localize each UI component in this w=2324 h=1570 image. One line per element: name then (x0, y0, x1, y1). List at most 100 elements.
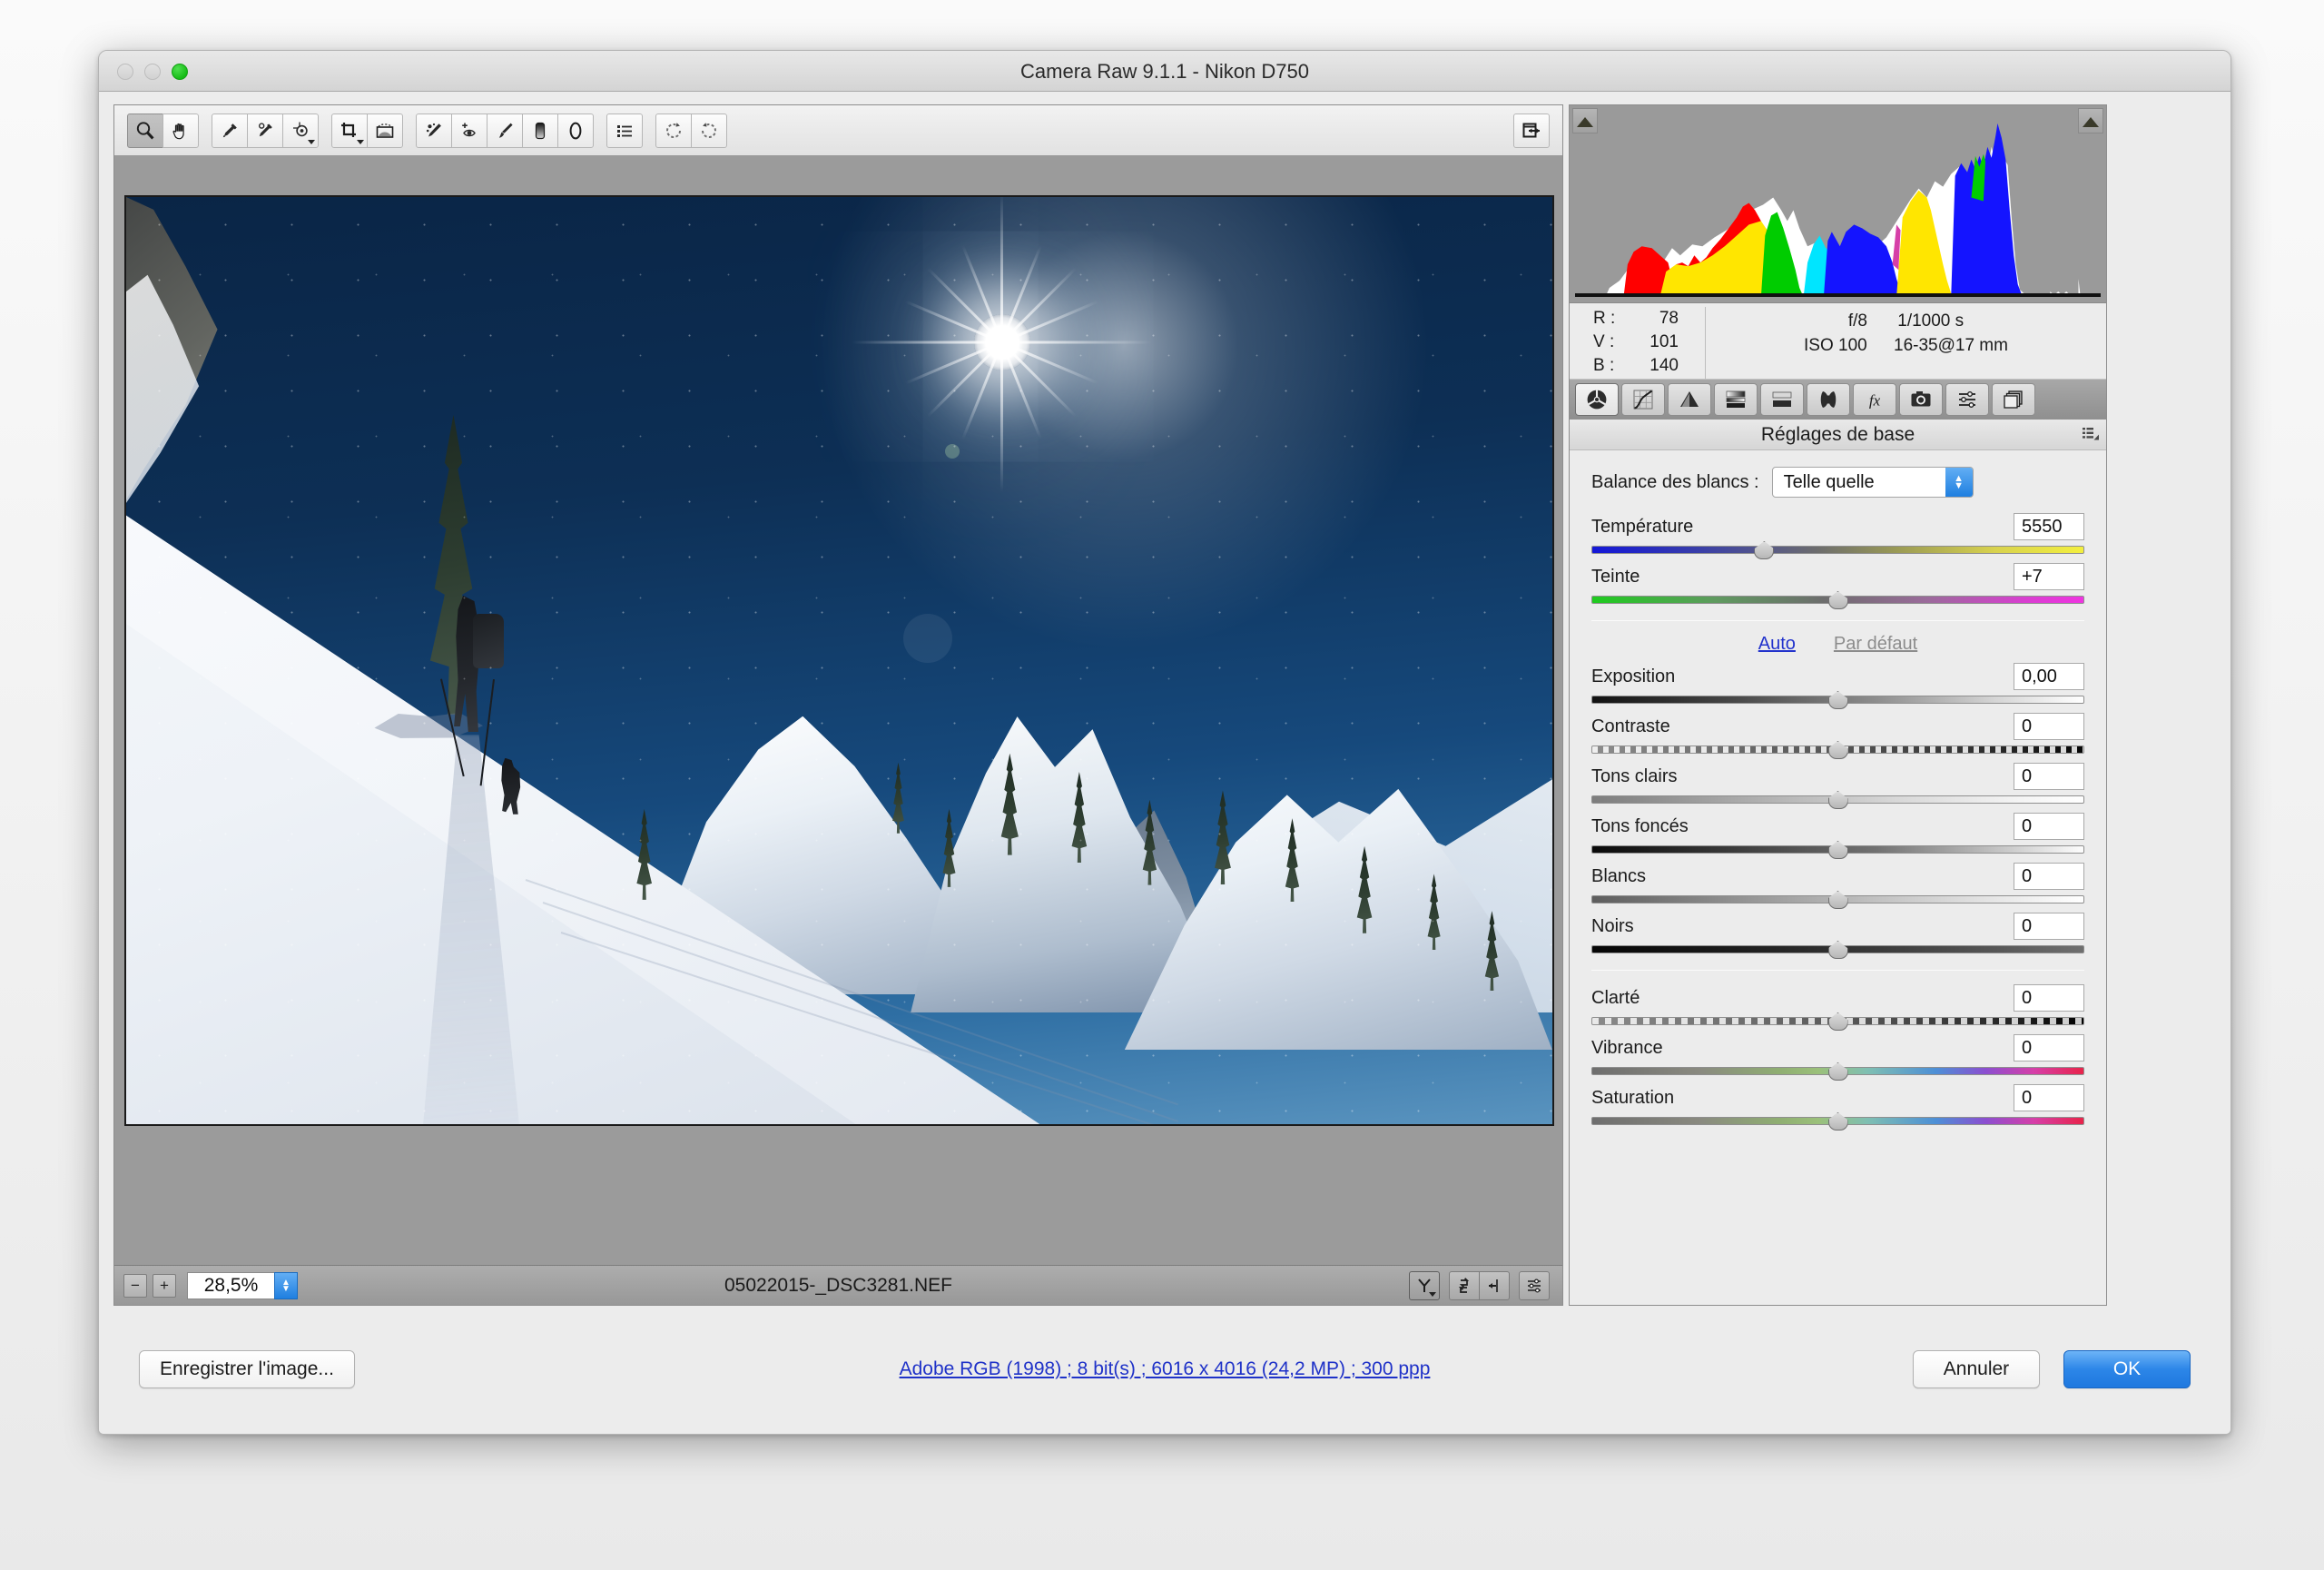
zoom-tool[interactable] (127, 114, 163, 148)
slider-label: Vibrance (1591, 1038, 1663, 1059)
panel-title: Réglages de base (1761, 424, 1915, 446)
slider-track[interactable] (1591, 795, 2084, 804)
image-canvas[interactable] (114, 156, 1562, 1265)
slider-thumb[interactable] (1828, 841, 1848, 859)
preview-mode-button[interactable] (1409, 1271, 1440, 1300)
slider-thumb[interactable] (1828, 891, 1848, 909)
slider-value[interactable]: 0,00 (2014, 663, 2084, 690)
slider-thumb[interactable] (1828, 791, 1848, 809)
slider-label: Exposition (1591, 667, 1675, 687)
ok-button[interactable]: OK (2063, 1350, 2191, 1388)
slider-value[interactable]: +7 (2014, 563, 2084, 590)
hand-tool[interactable] (162, 114, 199, 148)
slider-shadows: Tons foncés 0 (1591, 812, 2084, 854)
slider-thumb[interactable] (1828, 591, 1848, 609)
tab-hsl-grayscale[interactable] (1714, 383, 1758, 416)
slider-value[interactable]: 0 (2014, 984, 2084, 1012)
slider-thumb[interactable] (1754, 541, 1774, 559)
slider-track[interactable] (1591, 746, 2084, 754)
window-titlebar: Camera Raw 9.1.1 - Nikon D750 (99, 51, 2230, 92)
slider-thumb[interactable] (1828, 941, 1848, 959)
white-balance-select[interactable]: Telle quelle ▲ ▼ (1772, 467, 1974, 498)
slider-track[interactable] (1591, 1117, 2084, 1125)
histogram-panel (1570, 105, 2106, 303)
basic-panel-body: Balance des blancs : Telle quelle ▲ ▼ (1570, 450, 2106, 1305)
slider-value[interactable]: 0 (2014, 1034, 2084, 1061)
slider-value[interactable]: 0 (2014, 713, 2084, 740)
red-eye-removal-tool[interactable] (451, 114, 487, 148)
exif-iso: ISO 100 (1804, 336, 1867, 355)
slider-value[interactable]: 0 (2014, 813, 2084, 840)
slider-value[interactable]: 5550 (2014, 513, 2084, 540)
sliders-icon (1525, 1277, 1543, 1295)
highlight-clipping-warning[interactable] (2078, 108, 2103, 133)
white-balance-tool[interactable] (212, 114, 248, 148)
preview-preferences-button[interactable] (1519, 1271, 1550, 1300)
slider-track[interactable] (1591, 1067, 2084, 1075)
cancel-button[interactable]: Annuler (1913, 1350, 2040, 1388)
slider-contrast: Contraste 0 (1591, 712, 2084, 754)
tab-split-toning[interactable] (1760, 383, 1804, 416)
rotate-right-tool[interactable] (691, 114, 727, 148)
minimize-button[interactable] (144, 64, 161, 80)
tab-camera-calibration[interactable] (1899, 383, 1943, 416)
white-balance-stepper[interactable]: ▲ ▼ (1945, 468, 1973, 497)
exif-lens: 16-35@17 mm (1894, 336, 2008, 355)
triangle-detail-icon (1678, 388, 1701, 411)
adjustment-brush-tool[interactable] (487, 114, 523, 148)
color-sampler-tool[interactable] (247, 114, 283, 148)
tab-presets[interactable] (1945, 383, 1989, 416)
histogram-graph[interactable] (1575, 111, 2101, 297)
photo-snow-sparkle (126, 197, 1552, 1124)
slider-track[interactable] (1591, 596, 2084, 604)
slider-thumb[interactable] (1828, 1112, 1848, 1131)
slider-track[interactable] (1591, 895, 2084, 903)
slider-clarity: Clarté 0 (1591, 983, 2084, 1025)
auto-link[interactable]: Auto (1758, 634, 1796, 655)
copy-to-before-icon (1485, 1277, 1503, 1295)
slider-value[interactable]: 0 (2014, 863, 2084, 890)
shadow-clipping-warning[interactable] (1572, 108, 1598, 133)
slider-thumb[interactable] (1828, 1062, 1848, 1081)
tab-lens-corrections[interactable] (1807, 383, 1850, 416)
photo-preview[interactable] (124, 195, 1554, 1126)
preview-group-swap (1449, 1271, 1510, 1300)
default-link[interactable]: Par défaut (1834, 634, 1917, 655)
camera-raw-window: Camera Raw 9.1.1 - Nikon D750 (98, 50, 2231, 1435)
divider (1591, 620, 2084, 621)
crop-tool[interactable] (331, 114, 368, 148)
slider-value[interactable]: 0 (2014, 763, 2084, 790)
close-button[interactable] (117, 64, 133, 80)
graduated-filter-tool[interactable] (522, 114, 558, 148)
slider-thumb[interactable] (1828, 691, 1848, 709)
slider-track[interactable] (1591, 696, 2084, 704)
slider-value[interactable]: 0 (2014, 1084, 2084, 1111)
rotate-left-tool[interactable] (655, 114, 692, 148)
radial-filter-tool[interactable] (557, 114, 594, 148)
copy-current-to-before-button[interactable] (1479, 1271, 1510, 1300)
tab-effects[interactable]: fx (1853, 383, 1896, 416)
swap-before-after-button[interactable] (1449, 1271, 1480, 1300)
straighten-icon (374, 120, 396, 142)
tab-basic[interactable] (1575, 383, 1619, 416)
targeted-adjustment-tool[interactable] (282, 114, 319, 148)
slider-thumb[interactable] (1828, 1012, 1848, 1031)
output-settings-link[interactable]: Adobe RGB (1998) ; 8 bit(s) ; 6016 x 401… (113, 1358, 2216, 1380)
slider-track[interactable] (1591, 945, 2084, 953)
slider-thumb[interactable] (1828, 741, 1848, 759)
panel-menu-button[interactable] (2083, 427, 2099, 441)
divider (1591, 970, 2084, 971)
slider-track[interactable] (1591, 845, 2084, 854)
tab-detail[interactable] (1668, 383, 1711, 416)
exif-readout: f/8 1/1000 s ISO 100 16-35@17 mm (1706, 307, 2106, 379)
slider-track[interactable] (1591, 1017, 2084, 1025)
toggle-fullscreen-button[interactable] (1513, 114, 1550, 148)
slider-value[interactable]: 0 (2014, 913, 2084, 940)
spot-removal-tool[interactable] (416, 114, 452, 148)
zoom-button[interactable] (172, 64, 188, 80)
tab-tone-curve[interactable] (1621, 383, 1665, 416)
open-preferences[interactable] (606, 114, 643, 148)
straighten-tool[interactable] (367, 114, 403, 148)
slider-track[interactable] (1591, 546, 2084, 554)
tab-snapshots[interactable] (1992, 383, 2035, 416)
